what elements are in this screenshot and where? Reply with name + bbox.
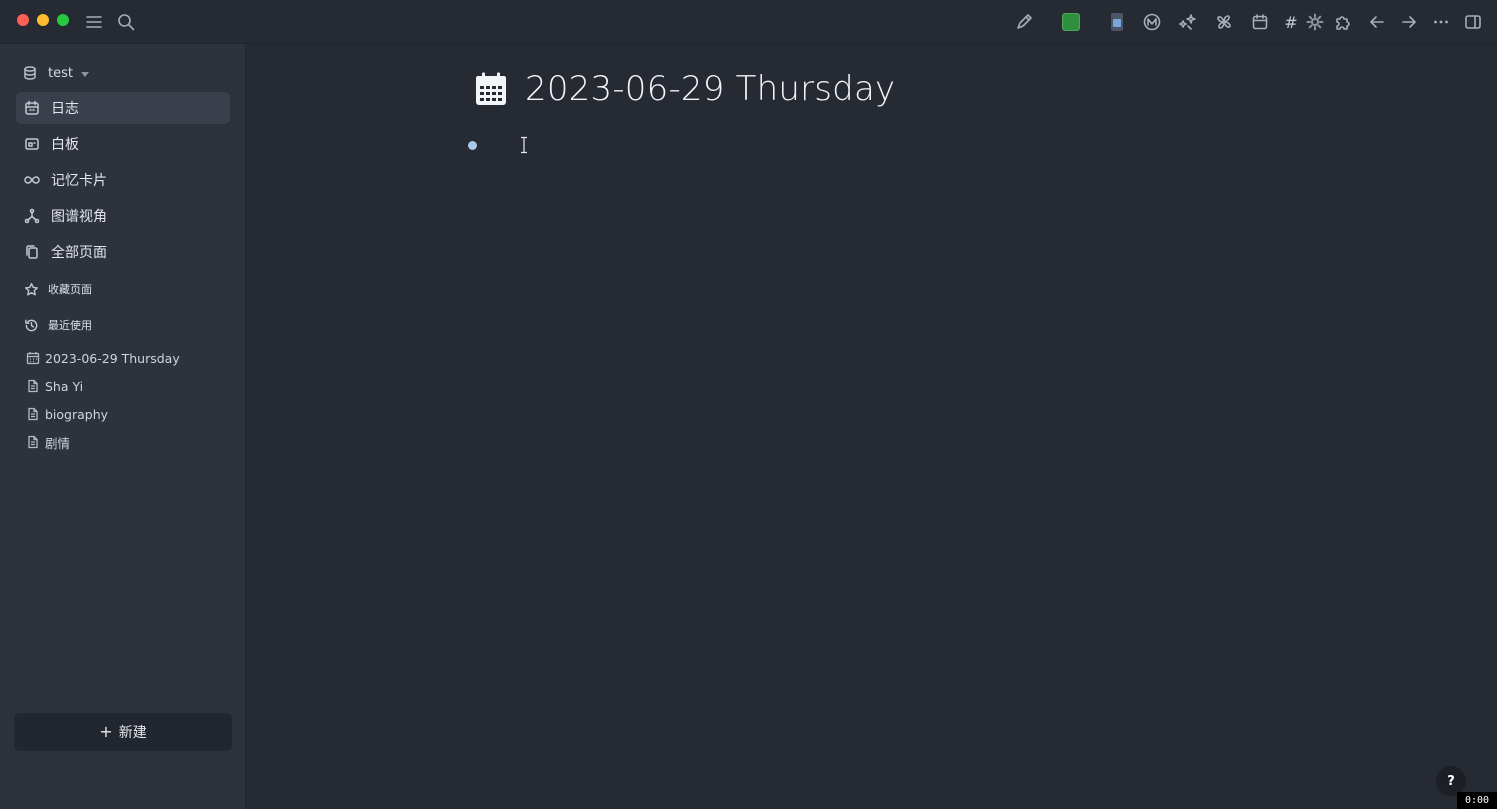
menu-icon[interactable] xyxy=(80,8,108,36)
recent-item-label: Sha Yi xyxy=(45,378,84,394)
new-page-button[interactable]: + 新建 xyxy=(14,713,232,751)
page-icon xyxy=(28,379,38,393)
sidebar-item-label: 白板 xyxy=(51,137,79,153)
sidebar-item-label: 图谱视角 xyxy=(51,209,107,225)
recent-item-label: 剧情 xyxy=(45,435,71,451)
left-sidebar: test 日志 白板 记忆卡片 图谱视角 全部页面 收藏页面 最近使用 2023… xyxy=(0,44,246,809)
calendar-icon[interactable] xyxy=(1246,8,1274,36)
pen-icon[interactable] xyxy=(1010,8,1038,36)
sidebar-item-whiteboards[interactable]: 白板 xyxy=(16,128,230,160)
more-icon[interactable] xyxy=(1427,8,1455,36)
recent-item[interactable]: 剧情 xyxy=(26,431,236,453)
journal-header: 2023-06-29 Thursday xyxy=(475,69,895,109)
recent-item-label: biography xyxy=(45,406,109,422)
plus-icon: + xyxy=(99,722,113,741)
stars-icon[interactable] xyxy=(1174,8,1202,36)
recent-title: 最近使用 xyxy=(48,319,92,332)
arrow-right-icon[interactable] xyxy=(1395,8,1423,36)
favorites-title: 收藏页面 xyxy=(48,283,92,296)
star-icon xyxy=(24,282,39,295)
block-bullet[interactable] xyxy=(468,141,477,150)
sidebar-item-flashcards[interactable]: 记忆卡片 xyxy=(16,164,230,196)
green-square-icon[interactable] xyxy=(1057,8,1085,36)
search-icon[interactable] xyxy=(112,8,140,36)
graph-name: test xyxy=(48,65,73,81)
sidebar-item-label: 记忆卡片 xyxy=(51,173,107,189)
calendar-icon xyxy=(25,100,39,115)
block-editor[interactable] xyxy=(487,133,887,155)
recent-item-label: 2023-06-29 Thursday xyxy=(45,350,180,366)
pages-icon xyxy=(26,245,38,259)
database-icon xyxy=(24,66,36,80)
title-bar: # xyxy=(0,0,1497,44)
page-icon xyxy=(28,407,38,421)
window-close-button[interactable] xyxy=(17,14,29,26)
recent-section-header[interactable]: 最近使用 xyxy=(16,313,230,337)
calendar-small-icon xyxy=(26,352,40,365)
infinity-icon xyxy=(24,176,40,184)
recent-item[interactable]: 2023-06-29 Thursday xyxy=(26,347,236,369)
pinwheel-icon[interactable] xyxy=(1210,8,1238,36)
timer-badge: 0:00 xyxy=(1457,792,1497,809)
sidebar-item-label: 全部页面 xyxy=(51,245,107,261)
right-sidebar-icon[interactable] xyxy=(1459,8,1487,36)
app-badge-icon[interactable] xyxy=(1103,8,1131,36)
calendar-icon xyxy=(476,72,506,105)
page-title[interactable]: 2023-06-29 Thursday xyxy=(525,69,895,109)
favorites-section-header[interactable]: 收藏页面 xyxy=(16,277,230,301)
recent-item[interactable]: biography xyxy=(26,403,236,425)
gear-icon[interactable] xyxy=(1301,8,1329,36)
m-logo-icon[interactable] xyxy=(1138,8,1166,36)
graph-switcher[interactable]: test xyxy=(22,62,89,84)
whiteboard-icon xyxy=(25,138,39,150)
puzzle-icon[interactable] xyxy=(1329,8,1357,36)
chevron-down-icon xyxy=(80,71,89,77)
window-maximize-button[interactable] xyxy=(57,14,69,26)
history-icon xyxy=(25,319,38,331)
window-minimize-button[interactable] xyxy=(37,14,49,26)
new-button-label: 新建 xyxy=(118,725,147,741)
sidebar-item-journals[interactable]: 日志 xyxy=(16,92,230,124)
sidebar-item-graph-view[interactable]: 图谱视角 xyxy=(16,200,230,232)
page-icon xyxy=(28,435,38,449)
main-content: 2023-06-29 Thursday ? xyxy=(247,45,1497,809)
sidebar-item-label: 日志 xyxy=(51,101,79,117)
sidebar-item-all-pages[interactable]: 全部页面 xyxy=(16,236,230,268)
hashtag-label: # xyxy=(1284,12,1298,32)
arrow-left-icon[interactable] xyxy=(1363,8,1391,36)
graph-icon xyxy=(24,208,40,224)
recent-item[interactable]: Sha Yi xyxy=(26,375,236,397)
